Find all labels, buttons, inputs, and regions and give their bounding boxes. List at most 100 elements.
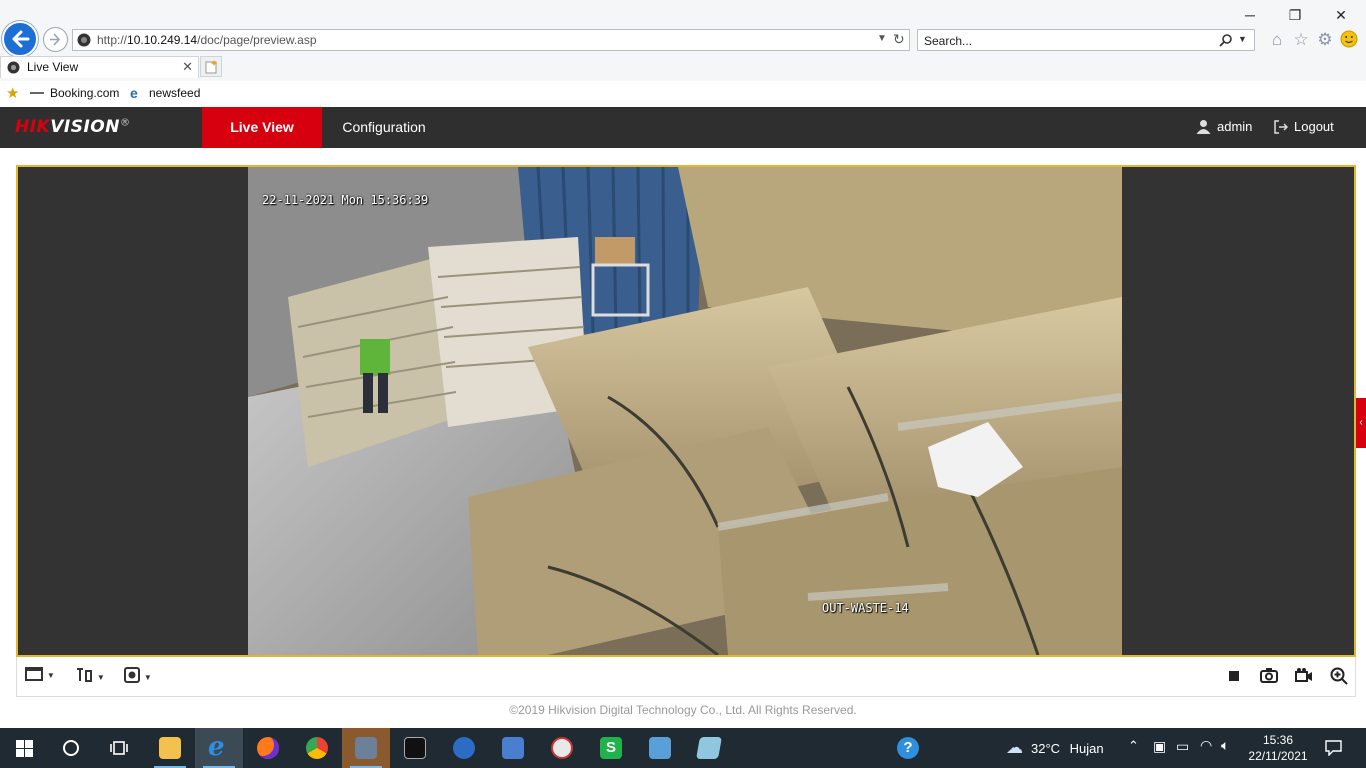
search-input[interactable] <box>924 33 1204 48</box>
notifications-icon[interactable] <box>1325 740 1342 756</box>
internet-explorer-taskbar[interactable]: e <box>195 728 243 768</box>
terminal-icon <box>404 737 426 759</box>
close-window-button[interactable]: ✕ <box>1318 4 1364 26</box>
capture-button[interactable] <box>1260 667 1278 687</box>
folder-icon <box>159 737 181 759</box>
player-icon <box>124 667 140 683</box>
clock[interactable]: 15:36 22/11/2021 <box>1244 732 1312 764</box>
control-panel-taskbar[interactable] <box>636 728 684 768</box>
favorites-star-icon[interactable]: ☆ <box>1291 30 1311 50</box>
stream-type-button[interactable]: ▼ <box>75 667 105 687</box>
copyright-footer: ©2019 Hikvision Digital Technology Co., … <box>509 703 857 717</box>
chrome-taskbar[interactable] <box>293 728 341 768</box>
video-window[interactable]: 22-11-2021 Mon 15:36:39 OUT-WASTE-14 <box>16 165 1356 657</box>
volume-icon[interactable]: 🔈︎ <box>1221 737 1229 754</box>
satellite-dish-icon <box>551 737 573 759</box>
camera-video-feed[interactable]: 22-11-2021 Mon 15:36:39 OUT-WASTE-14 <box>248 167 1122 655</box>
network-computers-icon <box>355 737 377 759</box>
weather-temperature: 32°C <box>1031 741 1061 756</box>
search-box[interactable]: ▼ <box>917 29 1255 51</box>
url-dropdown-icon[interactable]: ▼ <box>877 33 887 44</box>
home-icon[interactable]: ⌂ <box>1267 30 1287 50</box>
new-tab-icon <box>205 60 217 74</box>
close-tab-icon[interactable]: ✕ <box>182 59 193 75</box>
search-taskbar-button[interactable] <box>48 728 96 768</box>
terminal-taskbar[interactable] <box>391 728 439 768</box>
video-control-bar: ▼ ▼ ▼ <box>16 657 1356 697</box>
app-header: HIKVISION® Live View Configuration admin… <box>0 107 1366 148</box>
osd-timestamp: 22-11-2021 Mon 15:36:39 <box>262 193 429 207</box>
windows-taskbar: e S ? ☁ 32°C Hujan ⌃ ▣ ▭ ◠ 🔈︎ 15:36 22/11… <box>0 728 1366 768</box>
digital-zoom-button[interactable] <box>1330 667 1348 687</box>
gear-icon[interactable]: ⚙ <box>1315 30 1335 50</box>
file-explorer-taskbar[interactable] <box>146 728 194 768</box>
ptz-panel-toggle[interactable]: ‹ <box>1356 398 1366 448</box>
minimize-button[interactable]: ─ <box>1227 4 1273 26</box>
windows-logo-icon <box>16 740 33 757</box>
site-camera-icon <box>77 33 91 47</box>
search-icon[interactable] <box>1219 33 1233 47</box>
notepad-icon <box>696 737 722 759</box>
forward-button[interactable] <box>43 27 68 52</box>
warehouse-scene-image <box>248 167 1122 655</box>
back-button[interactable] <box>2 21 38 57</box>
tab-title: Live View <box>27 60 79 74</box>
chevron-down-icon: ▼ <box>96 673 105 682</box>
window-layout-icon <box>25 667 43 681</box>
help-tray-button[interactable]: ? <box>884 728 932 768</box>
stop-live-view-button[interactable] <box>1228 667 1240 687</box>
chevron-down-icon: ▼ <box>46 671 55 680</box>
smiley-feedback-icon[interactable] <box>1340 30 1358 48</box>
blue-app-icon <box>453 737 475 759</box>
booking-icon <box>30 92 44 94</box>
remote-network-icon <box>502 737 524 759</box>
tab-live-view[interactable]: Live View ✕ <box>0 56 199 78</box>
menu-configuration[interactable]: Configuration <box>322 107 446 148</box>
s-app-icon: S <box>600 737 622 759</box>
user-icon <box>1196 120 1211 134</box>
zoom-in-icon <box>1330 667 1348 685</box>
favorites-center-icon[interactable]: ★ <box>6 84 19 102</box>
menu-live-view[interactable]: Live View <box>202 107 322 148</box>
user-menu[interactable]: admin <box>1196 119 1252 134</box>
firefox-taskbar[interactable] <box>244 728 292 768</box>
messenger-taskbar[interactable] <box>440 728 488 768</box>
wifi-icon[interactable]: ◠ <box>1200 737 1212 754</box>
internet-explorer-icon: e <box>208 732 225 762</box>
search-dropdown-icon[interactable]: ▼ <box>1238 34 1247 44</box>
task-view-button[interactable] <box>96 728 144 768</box>
favorite-newsfeed[interactable]: newsfeed <box>149 86 200 100</box>
battery-icon[interactable]: ▭ <box>1176 738 1189 755</box>
stop-icon <box>1229 671 1239 681</box>
tab-camera-icon <box>7 61 20 74</box>
arrow-right-icon <box>50 33 61 46</box>
notes-taskbar[interactable] <box>685 728 733 768</box>
remote-desktop-taskbar[interactable] <box>489 728 537 768</box>
restore-button[interactable]: ❐ <box>1272 4 1318 26</box>
plugin-type-button[interactable]: ▼ <box>124 667 152 687</box>
network-app-taskbar[interactable] <box>342 728 390 768</box>
logout-label: Logout <box>1294 119 1334 134</box>
show-hidden-icons-chevron-icon[interactable]: ⌃ <box>1128 738 1139 754</box>
record-button[interactable] <box>1295 667 1313 687</box>
rain-cloud-icon: ☁ <box>1006 738 1023 757</box>
username: admin <box>1217 119 1253 134</box>
weather-widget[interactable]: ☁ 32°C Hujan <box>1006 738 1104 758</box>
chrome-icon <box>306 737 328 759</box>
arrow-left-icon <box>12 30 30 48</box>
worker-shirt <box>360 339 390 375</box>
favorite-booking[interactable]: Booking.com <box>50 86 119 100</box>
satellite-app-taskbar[interactable] <box>538 728 586 768</box>
meet-now-icon[interactable]: ▣ <box>1153 738 1166 755</box>
new-tab-button[interactable] <box>200 56 222 77</box>
spreadsheet-taskbar[interactable]: S <box>587 728 635 768</box>
refresh-icon[interactable]: ↻ <box>893 31 905 48</box>
logout-button[interactable]: Logout <box>1274 119 1334 134</box>
favorites-bar: ★ Booking.com e newsfeed <box>0 81 1366 107</box>
start-button[interactable] <box>0 728 48 768</box>
window-layout-button[interactable]: ▼ <box>25 667 55 687</box>
firefox-icon <box>257 737 279 759</box>
hikvision-logo: HIKVISION® <box>15 117 131 137</box>
address-bar[interactable]: http://10.10.249.14/doc/page/preview.asp… <box>72 29 910 51</box>
weather-condition: Hujan <box>1069 741 1104 756</box>
